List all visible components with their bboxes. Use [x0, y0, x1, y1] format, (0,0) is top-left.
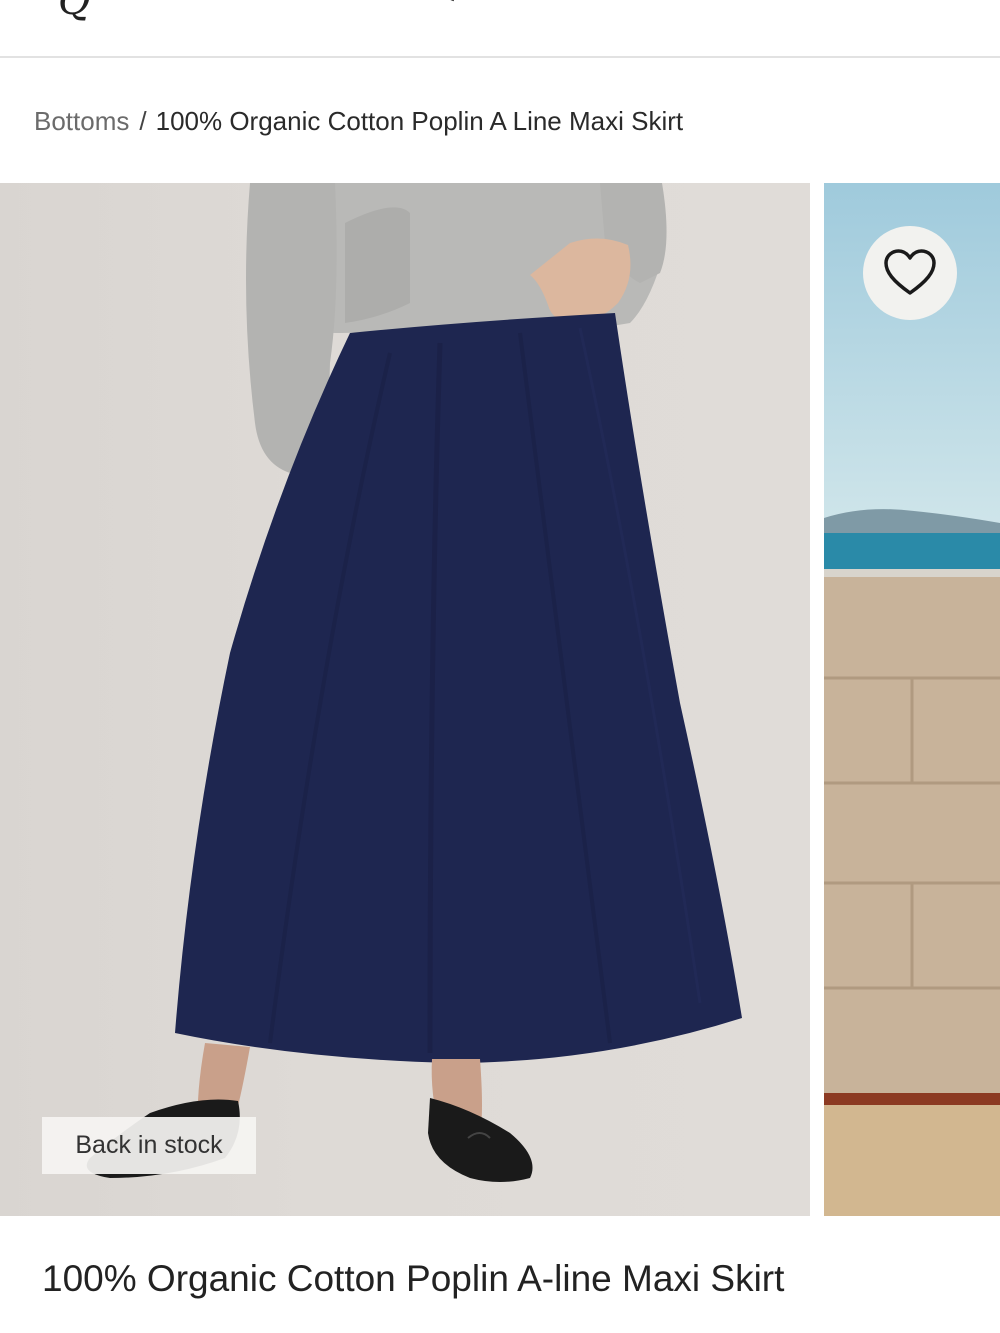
- favorite-button[interactable]: [863, 226, 957, 320]
- brand-logo[interactable]: Q: [58, 0, 91, 24]
- breadcrumb: Bottoms / 100% Organic Cotton Poplin A L…: [34, 106, 683, 137]
- product-image-main[interactable]: [0, 183, 810, 1216]
- product-image-secondary[interactable]: [824, 183, 1000, 1216]
- product-title: 100% Organic Cotton Poplin A-line Maxi S…: [42, 1258, 785, 1299]
- product-page: Q Bottoms / 100% Organic Cotton Poplin A…: [0, 0, 1000, 1333]
- breadcrumb-separator: /: [139, 106, 147, 136]
- site-header: Q: [0, 0, 1000, 58]
- breadcrumb-current: 100% Organic Cotton Poplin A Line Maxi S…: [155, 106, 684, 136]
- back-in-stock-badge: Back in stock: [42, 1117, 256, 1174]
- bag-icon[interactable]: [676, 0, 706, 4]
- breadcrumb-category-link[interactable]: Bottoms: [34, 106, 129, 137]
- product-image-carousel[interactable]: [0, 183, 1000, 1216]
- heart-outline-icon: [884, 249, 936, 295]
- search-icon[interactable]: [432, 0, 462, 4]
